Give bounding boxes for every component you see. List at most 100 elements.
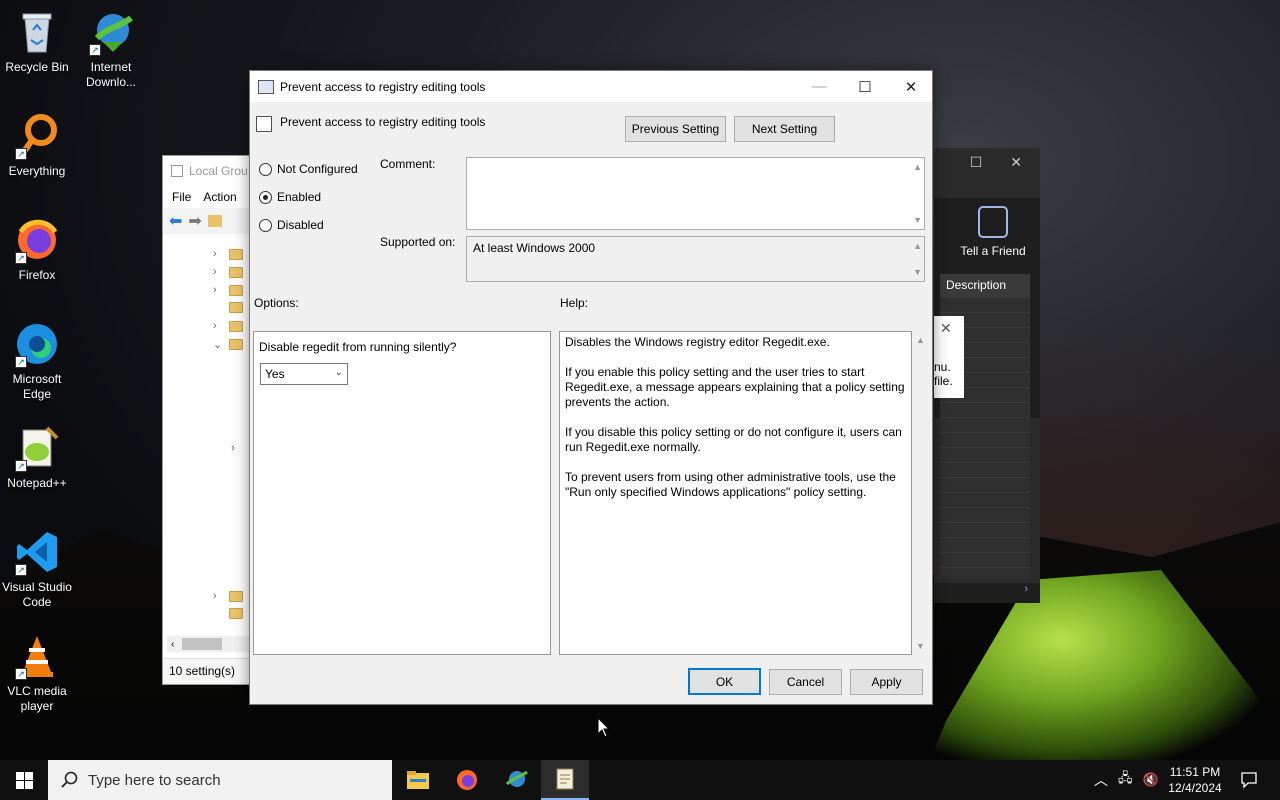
dialog-titlebar[interactable]: Prevent access to registry editing tools… bbox=[250, 71, 932, 102]
scroll-left-icon[interactable]: ‹ bbox=[171, 639, 174, 650]
start-button[interactable] bbox=[0, 760, 48, 800]
apply-button[interactable]: Apply bbox=[850, 669, 923, 695]
scrollbar-thumb[interactable] bbox=[182, 638, 223, 650]
show-hidden-icons-chevron-icon[interactable]: ︿ bbox=[1094, 770, 1108, 790]
shortcut-arrow-icon: ↗ bbox=[15, 252, 27, 264]
firefox-icon: ↗ bbox=[13, 216, 61, 264]
menu-action[interactable]: Action bbox=[203, 190, 236, 204]
action-center-button[interactable] bbox=[1234, 760, 1264, 800]
radio-button[interactable] bbox=[259, 218, 272, 232]
internet-download-manager-icon bbox=[505, 770, 528, 787]
desktop-icon-firefox[interactable]: ↗ Firefox bbox=[0, 216, 74, 283]
radio-enabled[interactable]: Enabled bbox=[259, 190, 321, 204]
group-policy-editor-window[interactable]: Local Grou File Action ⬅ ➡ › › › › ⌄ › ›… bbox=[162, 155, 252, 685]
chevron-right-icon[interactable]: › bbox=[213, 284, 221, 296]
tree-node[interactable]: › bbox=[213, 284, 243, 296]
desktop-icon-edge[interactable]: ↗ Microsoft Edge bbox=[0, 320, 74, 402]
chevron-down-icon[interactable]: ⌄ bbox=[213, 338, 222, 351]
help-label: Help: bbox=[560, 296, 589, 310]
help-scroll-up-icon[interactable]: ▲ bbox=[916, 335, 925, 345]
close-icon[interactable]: ✕ bbox=[940, 320, 952, 337]
chevron-right-icon[interactable]: › bbox=[213, 590, 221, 602]
network-icon[interactable]: 🖧 bbox=[1118, 769, 1133, 791]
shortcut-arrow-icon: ↗ bbox=[89, 44, 101, 56]
forward-arrow-icon[interactable]: ➡ bbox=[188, 211, 201, 231]
desktop-icon-vscode[interactable]: ↗ Visual Studio Code bbox=[0, 528, 74, 610]
desktop-icon-label: Internet Downlo... bbox=[85, 60, 137, 89]
next-setting-button[interactable]: Next Setting bbox=[734, 116, 835, 142]
tree-node[interactable]: › bbox=[213, 266, 243, 278]
desktop-icon-vlc[interactable]: ↗ VLC media player bbox=[0, 632, 74, 714]
taskbar-notepad[interactable] bbox=[541, 760, 589, 800]
back-arrow-icon[interactable]: ⬅ bbox=[169, 211, 182, 231]
menu-bar: File Action bbox=[163, 186, 251, 208]
radio-disabled[interactable]: Disabled bbox=[259, 218, 324, 232]
taskbar-clock[interactable]: 11:51 PM 12/4/2024 bbox=[1160, 764, 1230, 796]
maximize-icon[interactable]: ☐ bbox=[842, 71, 888, 102]
window-titlebar[interactable]: Local Grou bbox=[163, 156, 251, 186]
scroll-up-icon[interactable]: ▲ bbox=[913, 241, 922, 251]
popup-text: nu. bbox=[934, 360, 951, 374]
scroll-up-icon[interactable]: ▲ bbox=[913, 162, 922, 172]
desktop-icon-idm[interactable]: ↗ Internet Downlo... bbox=[74, 8, 148, 90]
radio-not-configured[interactable]: Not Configured bbox=[259, 162, 358, 176]
taskbar-file-explorer[interactable] bbox=[394, 760, 442, 800]
scroll-down-icon[interactable]: ▼ bbox=[913, 267, 922, 277]
chevron-right-icon[interactable]: › bbox=[231, 442, 239, 454]
option-dropdown[interactable]: Yes ⌄ bbox=[260, 363, 348, 385]
maximize-icon[interactable]: ☐ bbox=[970, 154, 983, 176]
tree-node[interactable]: › bbox=[231, 442, 239, 454]
policy-setting-dialog[interactable]: Prevent access to registry editing tools… bbox=[249, 70, 933, 705]
chevron-right-icon[interactable]: › bbox=[213, 320, 221, 332]
background-app-window[interactable]: ☐ ✕ Tell a Friend Description ✕ nu. file… bbox=[934, 148, 1040, 603]
chevron-right-icon[interactable]: › bbox=[213, 248, 221, 260]
toolbar: ⬅ ➡ bbox=[163, 208, 251, 234]
internet-download-manager-icon: ↗ bbox=[87, 8, 135, 56]
taskbar-idm[interactable] bbox=[492, 760, 540, 800]
desktop-icon-everything[interactable]: ↗ Everything bbox=[0, 112, 74, 179]
comment-textarea[interactable]: ▲ ▼ bbox=[466, 157, 925, 230]
folder-settings-icon bbox=[229, 608, 243, 619]
shortcut-arrow-icon: ↗ bbox=[15, 668, 27, 680]
help-scroll-down-icon[interactable]: ▼ bbox=[916, 641, 925, 651]
taskbar: Type here to search ︿ 🖧 🔇 11:51 PM 12/4/… bbox=[0, 760, 1280, 800]
volume-muted-icon[interactable]: 🔇 bbox=[1143, 772, 1159, 788]
tree-node[interactable]: › bbox=[213, 320, 243, 332]
notepad-icon bbox=[556, 768, 574, 790]
up-folder-icon[interactable] bbox=[207, 215, 222, 227]
scroll-down-icon[interactable]: ▼ bbox=[913, 215, 922, 225]
minimize-icon[interactable]: — bbox=[796, 71, 842, 102]
cancel-button[interactable]: Cancel bbox=[769, 669, 842, 695]
column-header-description[interactable]: Description bbox=[940, 274, 1030, 298]
taskbar-firefox[interactable] bbox=[443, 760, 491, 800]
radio-button-selected[interactable] bbox=[259, 190, 272, 204]
tell-a-friend-button[interactable]: Tell a Friend bbox=[958, 206, 1028, 258]
notification-icon bbox=[1241, 772, 1257, 789]
horizontal-scrollbar[interactable]: › bbox=[934, 583, 1040, 603]
ok-button[interactable]: OK bbox=[688, 668, 761, 695]
comment-label: Comment: bbox=[380, 157, 436, 171]
desktop-icon-recycle-bin[interactable]: Recycle Bin bbox=[0, 8, 74, 75]
close-icon[interactable]: ✕ bbox=[1010, 154, 1022, 176]
desktop-icon-notepadpp[interactable]: ↗ Notepad++ bbox=[0, 424, 74, 491]
taskbar-search-box[interactable]: Type here to search bbox=[48, 760, 392, 800]
folder-icon bbox=[229, 590, 243, 602]
menu-file[interactable]: File bbox=[172, 190, 191, 204]
tree-node[interactable]: › bbox=[213, 590, 243, 602]
help-paragraph: If you disable this policy setting or do… bbox=[565, 425, 902, 454]
window-titlebar[interactable]: ☐ ✕ bbox=[934, 148, 1040, 176]
settings-count: 10 setting(s) bbox=[169, 664, 236, 678]
radio-label: Enabled bbox=[277, 190, 322, 204]
tree-node[interactable]: ⌄ bbox=[213, 338, 243, 351]
clock-time: 11:51 PM bbox=[1169, 765, 1221, 779]
chevron-right-icon[interactable]: › bbox=[213, 266, 221, 278]
mouse-cursor-icon bbox=[597, 717, 611, 738]
previous-setting-button[interactable]: Previous Setting bbox=[625, 116, 726, 142]
tree-node[interactable] bbox=[213, 608, 243, 619]
setting-header: Prevent access to registry editing tools bbox=[280, 115, 486, 129]
tree-node[interactable] bbox=[213, 302, 243, 313]
close-icon[interactable]: ✕ bbox=[888, 71, 934, 102]
tree-node[interactable]: › bbox=[213, 248, 243, 260]
radio-button[interactable] bbox=[259, 162, 272, 176]
horizontal-scrollbar[interactable]: ‹ bbox=[167, 636, 249, 652]
